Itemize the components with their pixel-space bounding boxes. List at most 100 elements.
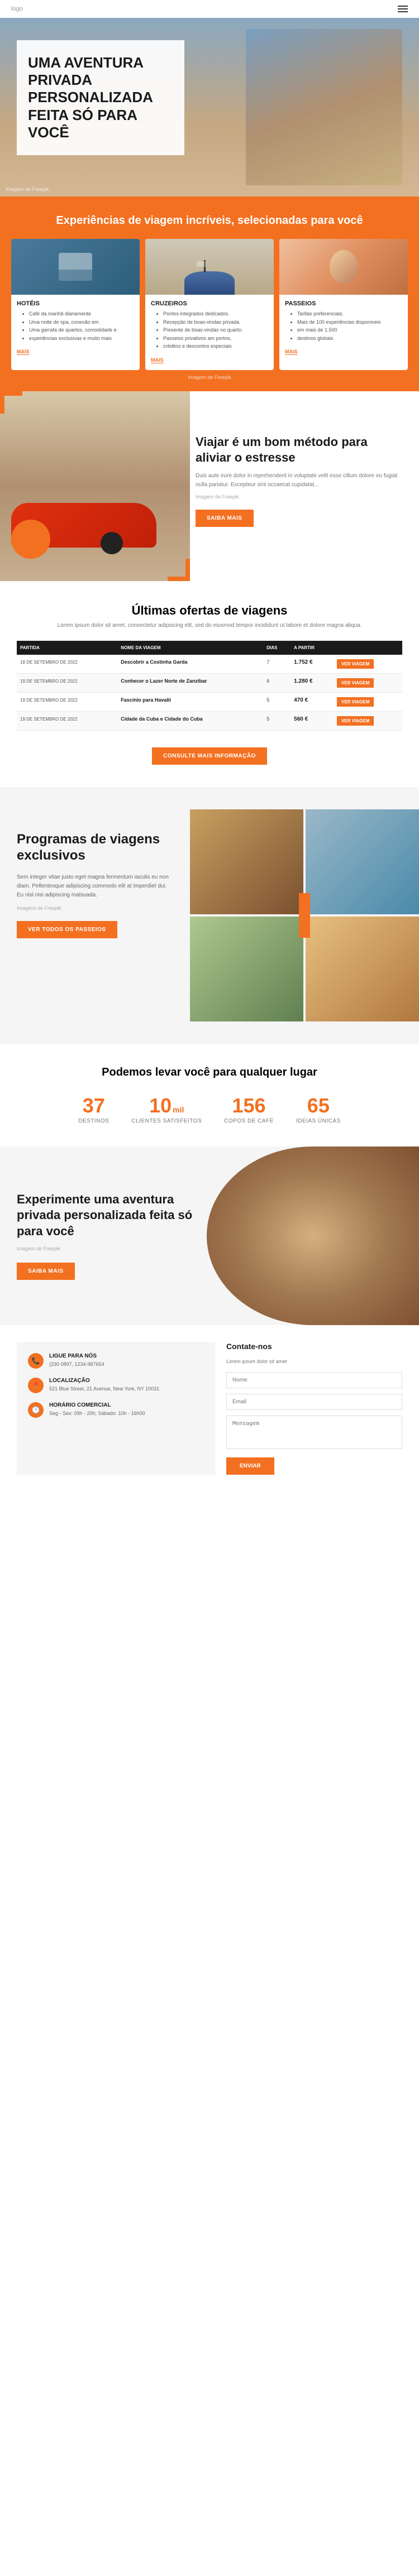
table-row: 19 DE SETEMBRO DE 2022 Fascínio para Hav… <box>17 692 402 711</box>
experiences-title: Experiências de viagem incríveis, seleci… <box>11 213 408 228</box>
clock-icon: 🕐 <box>28 1402 44 1418</box>
name-input[interactable] <box>226 1372 402 1388</box>
prog-img-1 <box>190 809 303 914</box>
hero-section: UMA AVENTURA PRIVADA PERSONALIZADA FEITA… <box>0 18 419 196</box>
card-cruzeiros: CRUZEIROS Pontos integrados dedicados. R… <box>145 239 274 370</box>
offer-dest-2: Fascínio para Havalii <box>117 692 263 711</box>
hero-image <box>246 29 402 185</box>
card-passeios-title: PASSEIOS <box>285 300 402 307</box>
stats-title: Podemos levar você para qualquer lugar <box>17 1066 402 1079</box>
offers-subtitle: Lorem ipsum dolor sit amet, consectetur … <box>17 621 402 630</box>
phone-icon: 📞 <box>28 1353 44 1369</box>
message-textarea[interactable] <box>226 1416 402 1449</box>
stat-ideias: 65 IDEIAS ÚNICAS <box>296 1096 341 1124</box>
hamburger-menu[interactable] <box>398 6 408 12</box>
programs-image-credit: Imagens de Freepik <box>17 904 173 912</box>
stat-clientes-number-row: 10 mil <box>131 1096 202 1116</box>
card-hoteis-link[interactable]: MAIS <box>17 349 30 355</box>
programs-text: Sem integer vitae justo eget magna ferme… <box>17 873 173 900</box>
card-passeios: PASSEIOS Tarifas preferenciais. Mais de … <box>279 239 408 370</box>
contact-form-panel: Contate-nos Lorem ipsum dolor sit amet E… <box>226 1342 402 1475</box>
offer-price-2: 470 € <box>291 692 334 711</box>
contact-hours-value: Seg - Sex: 09h - 20h; Sábado: 10h - 16h0… <box>49 1410 145 1418</box>
cards-row: HOTÉIS Café da manhã diariamente Uma noi… <box>11 239 408 370</box>
col-action <box>334 641 402 655</box>
table-row: 19 DE SETEMBRO DE 2022 Cidade da Cuba e … <box>17 711 402 730</box>
card-hoteis-image <box>11 239 140 295</box>
contact-hours-content: HORÁRIO COMERCIAL Seg - Sex: 09h - 20h; … <box>49 1402 145 1418</box>
orange-rect-divider <box>299 893 310 938</box>
card-passeios-image <box>279 239 408 295</box>
try-button[interactable]: SAIBA MAIS <box>17 1263 75 1280</box>
orange-corner-br <box>168 559 190 581</box>
travel-image-credit: Imagem de Freepik <box>196 493 402 501</box>
offer-btn-2[interactable]: VER VIAGEM <box>337 697 374 707</box>
contact-form-subtitle: Lorem ipsum dolor sit amet <box>226 1359 402 1364</box>
contact-address-label: LOCALIZAÇÃO <box>49 1378 159 1384</box>
programs-button[interactable]: VER TODOS OS PASSEIOS <box>17 921 117 938</box>
contact-hours-label: HORÁRIO COMERCIAL <box>49 1402 145 1408</box>
offers-table-header: PARTIDA NOME DA VIAGEM DIAS A PARTIR <box>17 641 402 655</box>
try-left-content: Experimente uma aventura privada persona… <box>17 1192 207 1280</box>
travel-title: Viajar é um bom método para aliviar o es… <box>196 434 402 466</box>
offer-date-2: 19 DE SETEMBRO DE 2022 <box>17 692 117 711</box>
col-nome: NOME DA VIAGEM <box>117 641 263 655</box>
submit-button[interactable]: Enviar <box>226 1457 274 1475</box>
offers-title: Últimas ofertas de viagens <box>17 603 402 618</box>
message-group <box>226 1416 402 1452</box>
programs-left-content: Programas de viagens exclusivos Sem inte… <box>0 809 190 1021</box>
programs-title: Programas de viagens exclusivos <box>17 832 173 864</box>
stat-destinos-label: DESTINOS <box>78 1118 109 1124</box>
prog-img-2 <box>306 809 419 914</box>
contact-info-panel: 📞 LIGUE PARA NÓS (230 0897, 1234-987654 … <box>17 1342 215 1475</box>
stat-cafe-number: 156 <box>224 1096 274 1116</box>
prog-img-3 <box>190 917 303 1021</box>
card-cruzeiros-text: Pontos integrados dedicados. Recepção de… <box>151 310 268 350</box>
contact-address-item: 📍 LOCALIZAÇÃO 521 Blue Street, 21 Avenue… <box>28 1378 204 1393</box>
offer-btn-3[interactable]: VER VIAGEM <box>337 716 374 726</box>
programs-images <box>190 809 419 1021</box>
col-dias: DIAS <box>263 641 291 655</box>
contact-address-value: 521 Blue Street, 21 Avenue, New York, NY… <box>49 1385 159 1393</box>
try-image-credit: Imagem de Freepik <box>17 1246 207 1251</box>
col-partir: A PARTIR <box>291 641 334 655</box>
stat-clientes-unit: mil <box>173 1105 184 1114</box>
travel-section: Viajar é um bom método para aliviar o es… <box>0 391 419 581</box>
contact-address-content: LOCALIZAÇÃO 521 Blue Street, 21 Avenue, … <box>49 1378 159 1393</box>
travel-button[interactable]: SAIBA MAIS <box>196 510 254 527</box>
offers-more-button[interactable]: CONSULTE MAIS INFORMAÇÃO <box>152 747 267 765</box>
offer-date-0: 18 DE SETEMBRO DE 2022 <box>17 655 117 674</box>
card-hoteis-text: Café da manhã diariamente Uma noite de s… <box>17 310 134 342</box>
card-hoteis-title: HOTÉIS <box>17 300 134 307</box>
email-input[interactable] <box>226 1394 402 1410</box>
stats-row: 37 DESTINOS 10 mil CLIENTES SATISFEITOS … <box>17 1096 402 1124</box>
stat-destinos: 37 DESTINOS <box>78 1096 109 1124</box>
contact-phone-item: 📞 LIGUE PARA NÓS (230 0897, 1234-987654 <box>28 1353 204 1369</box>
col-partida: PARTIDA <box>17 641 117 655</box>
stats-section: Podemos levar você para qualquer lugar 3… <box>0 1044 419 1147</box>
card-passeios-link[interactable]: MAIS <box>285 349 298 355</box>
contact-phone-content: LIGUE PARA NÓS (230 0897, 1234-987654 <box>49 1353 104 1369</box>
offer-btn-1[interactable]: VER VIAGEM <box>337 678 374 688</box>
contact-phone-label: LIGUE PARA NÓS <box>49 1353 104 1359</box>
prog-img-4 <box>306 917 419 1021</box>
offer-btn-cell-2: VER VIAGEM <box>334 692 402 711</box>
offer-btn-cell-0: VER VIAGEM <box>334 655 402 674</box>
try-circle-bg <box>207 1147 419 1325</box>
offer-btn-0[interactable]: VER VIAGEM <box>337 659 374 669</box>
stat-destinos-number: 37 <box>78 1096 109 1116</box>
contact-form-title: Contate-nos <box>226 1342 402 1351</box>
contact-phone-value: (230 0897, 1234-987654 <box>49 1361 104 1369</box>
email-group <box>226 1394 402 1410</box>
offer-days-2: 5 <box>263 692 291 711</box>
name-group <box>226 1372 402 1388</box>
travel-right-content: Viajar é um bom método para aliviar o es… <box>162 391 419 570</box>
card-cruzeiros-link[interactable]: MAIS <box>151 357 164 363</box>
card-cruzeiros-title: CRUZEIROS <box>151 300 268 307</box>
stat-clientes-number: 10 <box>149 1096 172 1116</box>
try-section: Experimente uma aventura privada persona… <box>0 1147 419 1325</box>
try-title: Experimente uma aventura privada persona… <box>17 1192 207 1240</box>
experiences-section: Experiências de viagem incríveis, seleci… <box>0 196 419 391</box>
offer-price-0: 1.752 € <box>291 655 334 674</box>
try-right-image <box>207 1147 419 1325</box>
